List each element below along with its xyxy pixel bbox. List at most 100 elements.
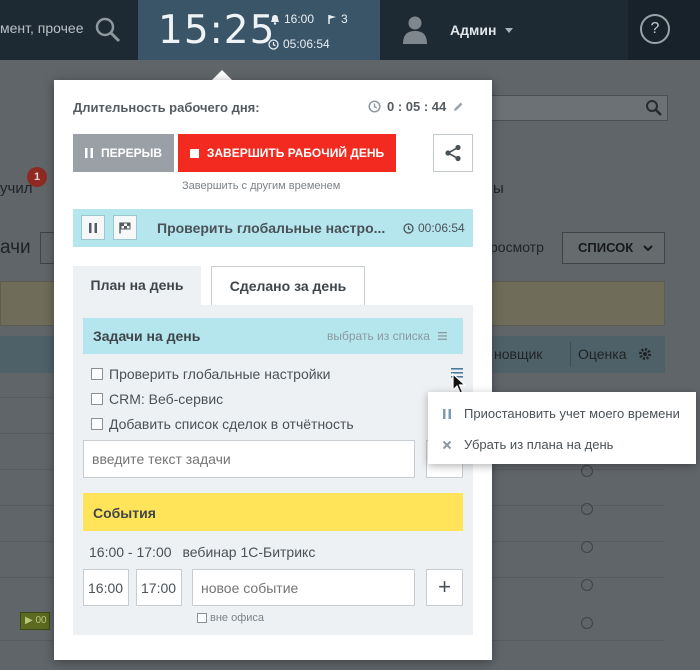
bg-label-view: росмотр [490, 239, 544, 255]
bg-radio [581, 617, 593, 629]
clock-icon [368, 100, 381, 113]
workday-duration-value: 0 : 05 : 44 [387, 99, 447, 114]
pick-from-list-label: выбрать из списка [327, 329, 430, 343]
task-label: Добавить список сделок в отчётность [109, 416, 354, 432]
search-icon[interactable] [94, 16, 122, 44]
elapsed-info: 05:06:54 [268, 37, 330, 51]
menu-item-label: Убрать из плана на день [464, 437, 614, 452]
tab-done-day[interactable]: Сделано за день [211, 266, 365, 306]
pause-icon [443, 408, 451, 419]
workday-duration-title: Длительность рабочего дня: [73, 100, 260, 115]
close-icon [442, 440, 452, 449]
checkered-flag-icon [119, 222, 131, 233]
bg-col-rating: Оценка [578, 346, 627, 362]
events-header: События [83, 493, 463, 531]
current-task-time: 00:06:54 [403, 221, 465, 235]
tasks-header: Задачи на день выбрать из списка [83, 318, 463, 354]
clock-icon [268, 38, 279, 50]
flag-icon [328, 14, 336, 24]
finish-other-time-link[interactable]: Завершить с другим временем [182, 180, 340, 192]
search-icon [646, 100, 662, 116]
clock-block[interactable]: 15:25 16:00 3 05:06:54 [138, 0, 380, 60]
bg-radio [581, 465, 593, 477]
bg-label-left-2: ачи [0, 237, 31, 258]
bell-icon [271, 14, 279, 25]
finish-workday-button[interactable]: ЗАВЕРШИТЬ РАБОЧИЙ ДЕНЬ [178, 134, 396, 172]
menu-item-pause-time[interactable]: Приостановить учет моего времени [442, 406, 680, 421]
add-event-button[interactable]: + [426, 569, 463, 606]
event-from-time[interactable] [83, 569, 129, 606]
user-name[interactable]: Админ [450, 22, 496, 38]
tasks-header-title: Задачи на день [93, 328, 201, 344]
flags-info: 3 [328, 12, 348, 26]
task-checkbox[interactable] [91, 418, 103, 430]
share-button[interactable] [433, 134, 473, 172]
bg-col-divider [570, 342, 571, 367]
new-task-input[interactable] [83, 440, 415, 478]
search-text[interactable]: мент, прочее [0, 20, 84, 36]
chevron-down-icon [643, 245, 653, 252]
events-header-title: События [93, 505, 156, 521]
pick-from-list-link[interactable]: выбрать из списка [327, 329, 447, 343]
plan-day-panel: Задачи на день выбрать из списка Провери… [73, 305, 473, 635]
event-time: 16:00 - 17:00 [89, 544, 172, 560]
elapsed-time: 05:06:54 [283, 37, 330, 51]
notification-badge: 1 [27, 167, 47, 187]
task-label: CRM: Веб-сервис [109, 391, 224, 407]
current-task-bar: Проверить глобальные настро... 00:06:54 [73, 209, 473, 247]
tab-plan-day[interactable]: План на день [73, 266, 201, 305]
user-avatar-icon[interactable] [400, 14, 430, 44]
share-icon [445, 144, 461, 162]
task-checkbox[interactable] [91, 368, 103, 380]
alarm-info: 16:00 [270, 12, 314, 26]
popup-arrow [212, 70, 232, 80]
current-task-pause-button[interactable] [81, 215, 105, 240]
gear-icon [639, 348, 651, 360]
task-checkbox[interactable] [91, 393, 103, 405]
out-of-office-option[interactable]: вне офиса [197, 612, 264, 624]
event-to-time[interactable] [136, 569, 182, 606]
help-button[interactable]: ? [640, 14, 670, 44]
pause-button[interactable]: ПЕРЕРЫВ [73, 134, 174, 172]
task-item[interactable]: Проверить глобальные настройки [91, 366, 331, 382]
bg-col-executor: новщик [494, 346, 543, 362]
task-context-menu: Приостановить учет моего времени Убрать … [428, 392, 696, 464]
pause-button-label: ПЕРЕРЫВ [100, 146, 163, 160]
finish-workday-label: ЗАВЕРШИТЬ РАБОЧИЙ ДЕНЬ [206, 146, 385, 160]
bg-radio [581, 541, 593, 553]
bg-label-left-1: учил [0, 180, 33, 197]
clock-time: 15:25 [158, 8, 276, 53]
task-label: Проверить глобальные настройки [109, 366, 331, 382]
workday-duration: 0 : 05 : 44 [368, 99, 464, 114]
menu-item-label: Приостановить учет моего времени [464, 406, 680, 421]
list-icon [437, 332, 447, 340]
event-item[interactable]: 16:00 - 17:00 вебинар 1С-Битрикс [89, 544, 315, 560]
alarm-time: 16:00 [284, 12, 315, 26]
pause-icon [89, 222, 97, 233]
top-bar: мент, прочее 15:25 16:00 3 05:06:54 Адми… [0, 0, 700, 60]
flags-count: 3 [341, 12, 348, 26]
bg-radio [581, 503, 593, 515]
bg-list-button-label: СПИСОК [578, 240, 634, 255]
clock-icon [403, 222, 414, 234]
task-item[interactable]: Добавить список сделок в отчётность [91, 416, 354, 432]
current-task-title[interactable]: Проверить глобальные настро... [157, 220, 405, 236]
bg-field-edge [40, 232, 54, 264]
event-title: вебинар 1С-Битрикс [182, 544, 316, 560]
chevron-down-icon[interactable] [505, 28, 513, 33]
new-event-input[interactable] [192, 569, 415, 606]
current-task-finish-button[interactable] [113, 215, 137, 240]
bg-label-right-1: ы [493, 180, 504, 197]
out-of-office-label: вне офиса [210, 612, 265, 624]
workday-popup: Длительность рабочего дня: 0 : 05 : 44 П… [54, 80, 492, 660]
bg-play-badge: ▶ 00 [20, 612, 50, 630]
task-item[interactable]: CRM: Веб-сервис [91, 391, 223, 407]
bg-search-input [470, 95, 668, 121]
stop-icon [189, 148, 199, 158]
menu-item-remove-from-plan[interactable]: Убрать из плана на день [442, 437, 613, 452]
bg-list-button: СПИСОК [562, 232, 665, 264]
bg-radio [581, 579, 593, 591]
pause-icon [84, 148, 93, 158]
pencil-icon[interactable] [452, 101, 464, 113]
out-of-office-checkbox[interactable] [197, 613, 207, 623]
